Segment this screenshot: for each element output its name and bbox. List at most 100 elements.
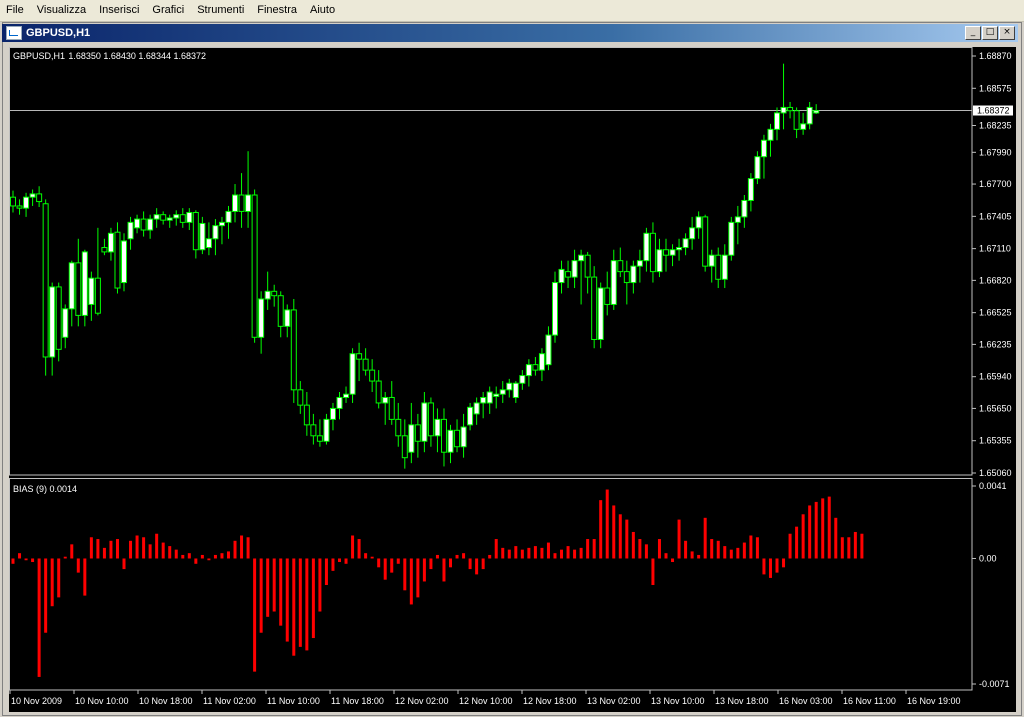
candle-body (173, 214, 180, 219)
bias-bar (703, 517, 707, 559)
price-tick-label: 1.68870 (979, 51, 1012, 61)
candle-body (741, 199, 748, 218)
candle-body (747, 178, 754, 201)
bias-bar (860, 533, 864, 559)
candle-body (610, 260, 617, 305)
candle-body (728, 221, 735, 256)
bias-bar (344, 558, 348, 564)
menu-finestra[interactable]: Finestra (251, 0, 304, 21)
candle-body (669, 249, 676, 256)
maximize-button[interactable]: □ (982, 26, 998, 40)
candle-body (245, 194, 252, 212)
candle-body (225, 210, 232, 223)
candle-body (499, 389, 506, 395)
candle-body (401, 435, 408, 459)
bias-bar (540, 547, 544, 559)
bias-bar (801, 514, 805, 559)
candle-body (565, 271, 572, 278)
bias-bar (821, 498, 825, 559)
bias-bar (83, 558, 87, 596)
bias-bar (723, 546, 727, 559)
bias-bar (135, 535, 139, 559)
candle-body (303, 404, 310, 426)
time-tick-label: 16 Nov 03:00 (779, 696, 833, 706)
bias-bar (148, 544, 152, 559)
bias-bar (240, 535, 244, 559)
candle-body (375, 380, 382, 404)
bias-bar (226, 551, 230, 559)
candle-body (715, 254, 722, 280)
bias-bar (625, 519, 629, 559)
candle-body (578, 254, 585, 262)
candle-body (597, 287, 604, 340)
bias-bar (122, 558, 126, 570)
menu-inserisci[interactable]: Inserisci (93, 0, 146, 21)
bias-bar (729, 549, 733, 559)
bias-bar (220, 553, 224, 559)
candle-body (506, 382, 513, 391)
candle-body (473, 402, 480, 415)
candle-body (199, 222, 206, 251)
candle-body (454, 429, 461, 448)
bias-bar (109, 540, 113, 559)
candle-body (362, 358, 369, 371)
candle-body (16, 205, 23, 209)
candle-body (754, 156, 761, 180)
bias-bar (266, 558, 270, 617)
time-tick-label: 16 Nov 11:00 (843, 696, 896, 706)
price-tick-label: 1.66525 (979, 308, 1012, 318)
candle-body (218, 221, 225, 227)
minimize-button[interactable]: _ (965, 26, 981, 40)
bias-bar (70, 544, 74, 559)
menu-grafici[interactable]: Grafici (146, 0, 191, 21)
bias-bar (560, 549, 564, 559)
menu-visualizza[interactable]: Visualizza (31, 0, 93, 21)
bias-bar (96, 539, 100, 559)
close-button[interactable]: × (999, 26, 1015, 40)
menu-aiuto[interactable]: Aiuto (304, 0, 342, 21)
main-pane-border (9, 47, 973, 476)
candle-body (734, 216, 741, 223)
chart-window-titlebar[interactable]: GBPUSD,H1 _ □ × (2, 24, 1018, 42)
bias-bar (546, 542, 550, 559)
bias-bar (795, 526, 799, 559)
time-tick-label: 10 Nov 10:00 (75, 696, 129, 706)
candle-body (114, 231, 121, 289)
bias-bar (827, 496, 831, 559)
bias-bar (253, 558, 257, 672)
bias-tick-label: 0.0041 (979, 481, 1007, 491)
time-tick-label: 13 Nov 18:00 (715, 696, 769, 706)
bias-bar (422, 558, 426, 582)
candle-body (140, 218, 147, 231)
candle-body (623, 271, 630, 284)
bias-bar (566, 546, 570, 559)
bias-bar (716, 540, 720, 559)
bias-bar (383, 558, 387, 580)
candle-body (388, 396, 395, 420)
candle-body (42, 203, 49, 358)
menu-file[interactable]: File (0, 0, 31, 21)
bias-bar (57, 558, 61, 598)
bias-bar (494, 539, 498, 559)
bias-bar (775, 558, 779, 573)
bias-bar (853, 531, 857, 559)
chart-canvas[interactable]: 1.68870 1.68575 1.68235 1.67990 1.67700 1.674… (9, 47, 1016, 712)
candle-body (604, 287, 611, 305)
candle-body (440, 418, 447, 453)
candle-body (434, 418, 441, 437)
price-tick-label: 1.67110 (979, 244, 1011, 254)
bias-bar (370, 556, 374, 559)
price-tick-label: 1.65060 (979, 468, 1012, 478)
price-tick-label: 1.66820 (979, 275, 1012, 285)
menu-strumenti[interactable]: Strumenti (191, 0, 251, 21)
price-tick-label: 1.67405 (979, 211, 1012, 221)
bias-bar (553, 553, 557, 559)
bias-bar (690, 551, 694, 559)
bias-bar (749, 535, 753, 559)
candle-body (36, 193, 43, 203)
bias-bar (736, 547, 740, 559)
candle-body (591, 276, 598, 340)
bias-bar (579, 547, 583, 559)
bias-bar (605, 489, 609, 559)
bias-bar (292, 558, 296, 656)
